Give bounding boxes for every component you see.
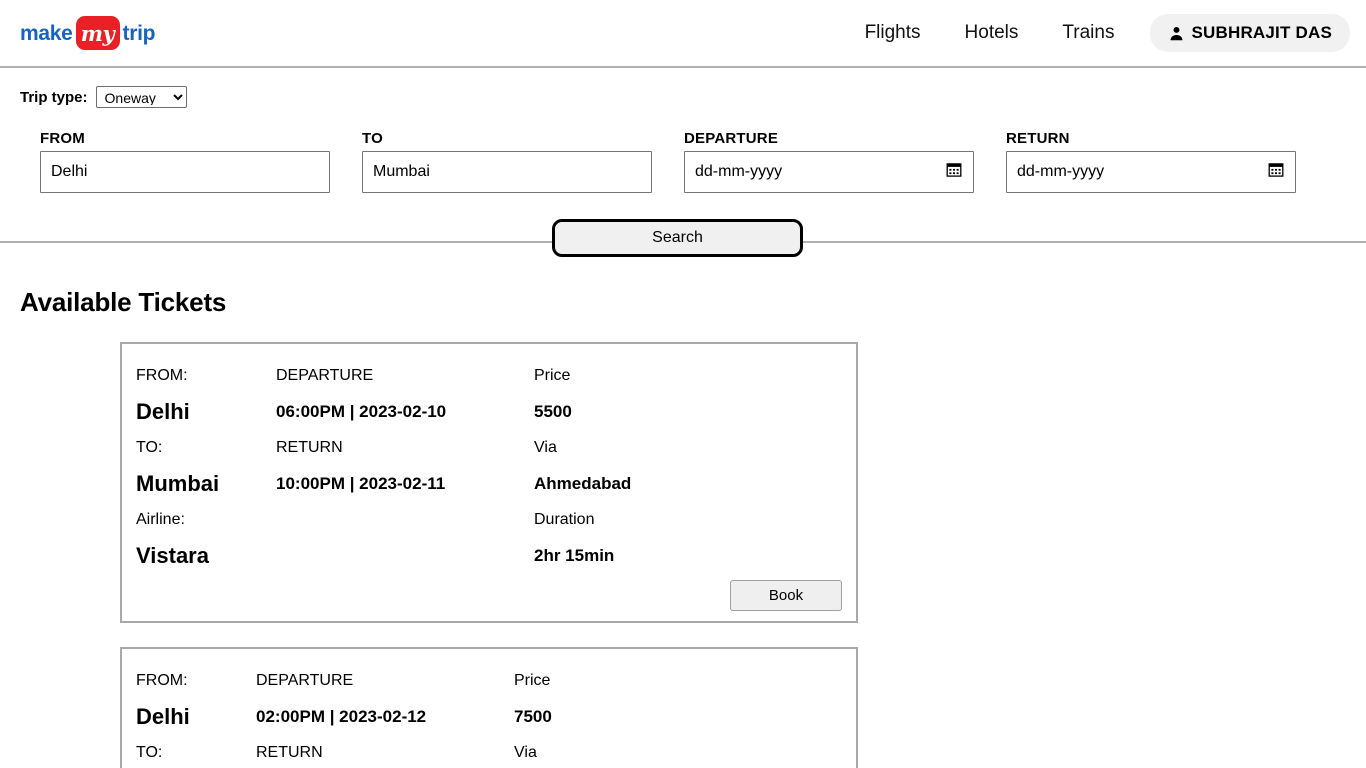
search-divider-area: Search bbox=[0, 219, 1366, 263]
departure-time: 02:00PM | 2023-02-12 bbox=[256, 707, 427, 726]
trip-type-label: Trip type: bbox=[20, 88, 88, 106]
return-label: RETURN bbox=[256, 744, 323, 761]
page-title: Available Tickets bbox=[20, 287, 227, 317]
return-time: 10:00PM | 2023-02-11 bbox=[276, 474, 446, 493]
airline-label: Airline: bbox=[136, 511, 185, 528]
logo-text-trip: trip bbox=[122, 21, 156, 45]
to-city: Mumbai bbox=[136, 471, 220, 496]
from-field-group: FROM bbox=[40, 130, 330, 193]
from-city: Delhi bbox=[136, 399, 190, 424]
to-input[interactable] bbox=[362, 151, 652, 193]
from-input[interactable] bbox=[40, 151, 330, 193]
main-nav: Flights Hotels Trains SUBHRAJIT DAS bbox=[843, 14, 1350, 52]
airline-name: Vistara bbox=[136, 543, 209, 568]
nav-flights[interactable]: Flights bbox=[843, 16, 943, 50]
duration-value: 2hr 15min bbox=[534, 546, 615, 565]
spacer-cell bbox=[276, 502, 534, 538]
user-account-button[interactable]: SUBHRAJIT DAS bbox=[1150, 14, 1350, 52]
to-label: TO bbox=[362, 130, 383, 147]
to-field-group: TO bbox=[362, 130, 652, 193]
departure-label: DEPARTURE bbox=[276, 367, 374, 384]
from-city: Delhi bbox=[136, 704, 190, 729]
ticket-details-grid: FROM: DEPARTURE Price Delhi 06:00PM | 20… bbox=[136, 358, 842, 574]
nav-hotels[interactable]: Hotels bbox=[943, 16, 1041, 50]
trip-type-row: Trip type: Oneway Roundtrip bbox=[20, 68, 1346, 108]
duration-label: Duration bbox=[534, 511, 595, 528]
via-city: Ahmedabad bbox=[534, 474, 632, 493]
logo-text-my: my bbox=[80, 20, 115, 46]
user-name-label: SUBHRAJIT DAS bbox=[1191, 23, 1332, 42]
ticket-card: FROM: DEPARTURE Price Delhi 02:00PM | 20… bbox=[120, 647, 858, 768]
search-button[interactable]: Search bbox=[552, 219, 803, 257]
price-value: 5500 bbox=[534, 402, 572, 421]
departure-date-wrap bbox=[684, 151, 974, 193]
logo-text-make: make bbox=[20, 21, 73, 45]
spacer-cell bbox=[276, 538, 534, 574]
return-label: RETURN bbox=[1006, 130, 1070, 147]
price-label: Price bbox=[514, 672, 551, 689]
ticket-card: FROM: DEPARTURE Price Delhi 06:00PM | 20… bbox=[120, 342, 858, 623]
return-label: RETURN bbox=[276, 439, 343, 456]
nav-trains[interactable]: Trains bbox=[1040, 16, 1136, 50]
from-label: FROM: bbox=[136, 367, 188, 384]
book-button[interactable]: Book bbox=[730, 580, 842, 611]
departure-label: DEPARTURE bbox=[256, 672, 354, 689]
via-label: Via bbox=[534, 439, 557, 456]
departure-label: DEPARTURE bbox=[684, 130, 779, 147]
return-date-input[interactable] bbox=[1006, 151, 1296, 193]
departure-field-group: DEPARTURE bbox=[684, 130, 974, 193]
ticket-details-grid: FROM: DEPARTURE Price Delhi 02:00PM | 20… bbox=[136, 663, 842, 768]
person-icon bbox=[1168, 25, 1185, 42]
ticket-card-footer: Book bbox=[136, 580, 842, 611]
departure-date-input[interactable] bbox=[684, 151, 974, 193]
from-label: FROM bbox=[40, 130, 85, 147]
to-label: TO: bbox=[136, 439, 163, 456]
departure-time: 06:00PM | 2023-02-10 bbox=[276, 402, 447, 421]
price-label: Price bbox=[534, 367, 571, 384]
return-field-group: RETURN bbox=[1006, 130, 1296, 193]
logo-badge: my bbox=[75, 16, 120, 50]
from-label: FROM: bbox=[136, 672, 188, 689]
return-date-wrap bbox=[1006, 151, 1296, 193]
trip-type-select[interactable]: Oneway Roundtrip bbox=[95, 86, 187, 108]
price-value: 7500 bbox=[514, 707, 552, 726]
via-label: Via bbox=[514, 744, 537, 761]
search-fields-row: FROM TO DEPARTURE bbox=[20, 130, 1346, 193]
search-form: Trip type: Oneway Roundtrip FROM TO DEPA… bbox=[0, 68, 1366, 193]
to-label: TO: bbox=[136, 744, 163, 761]
site-header: make my trip Flights Hotels Trains SUBHR… bbox=[0, 0, 1366, 68]
makemytrip-logo[interactable]: make my trip bbox=[20, 16, 155, 50]
results-section: Available Tickets FROM: DEPARTURE Price … bbox=[0, 287, 1366, 768]
